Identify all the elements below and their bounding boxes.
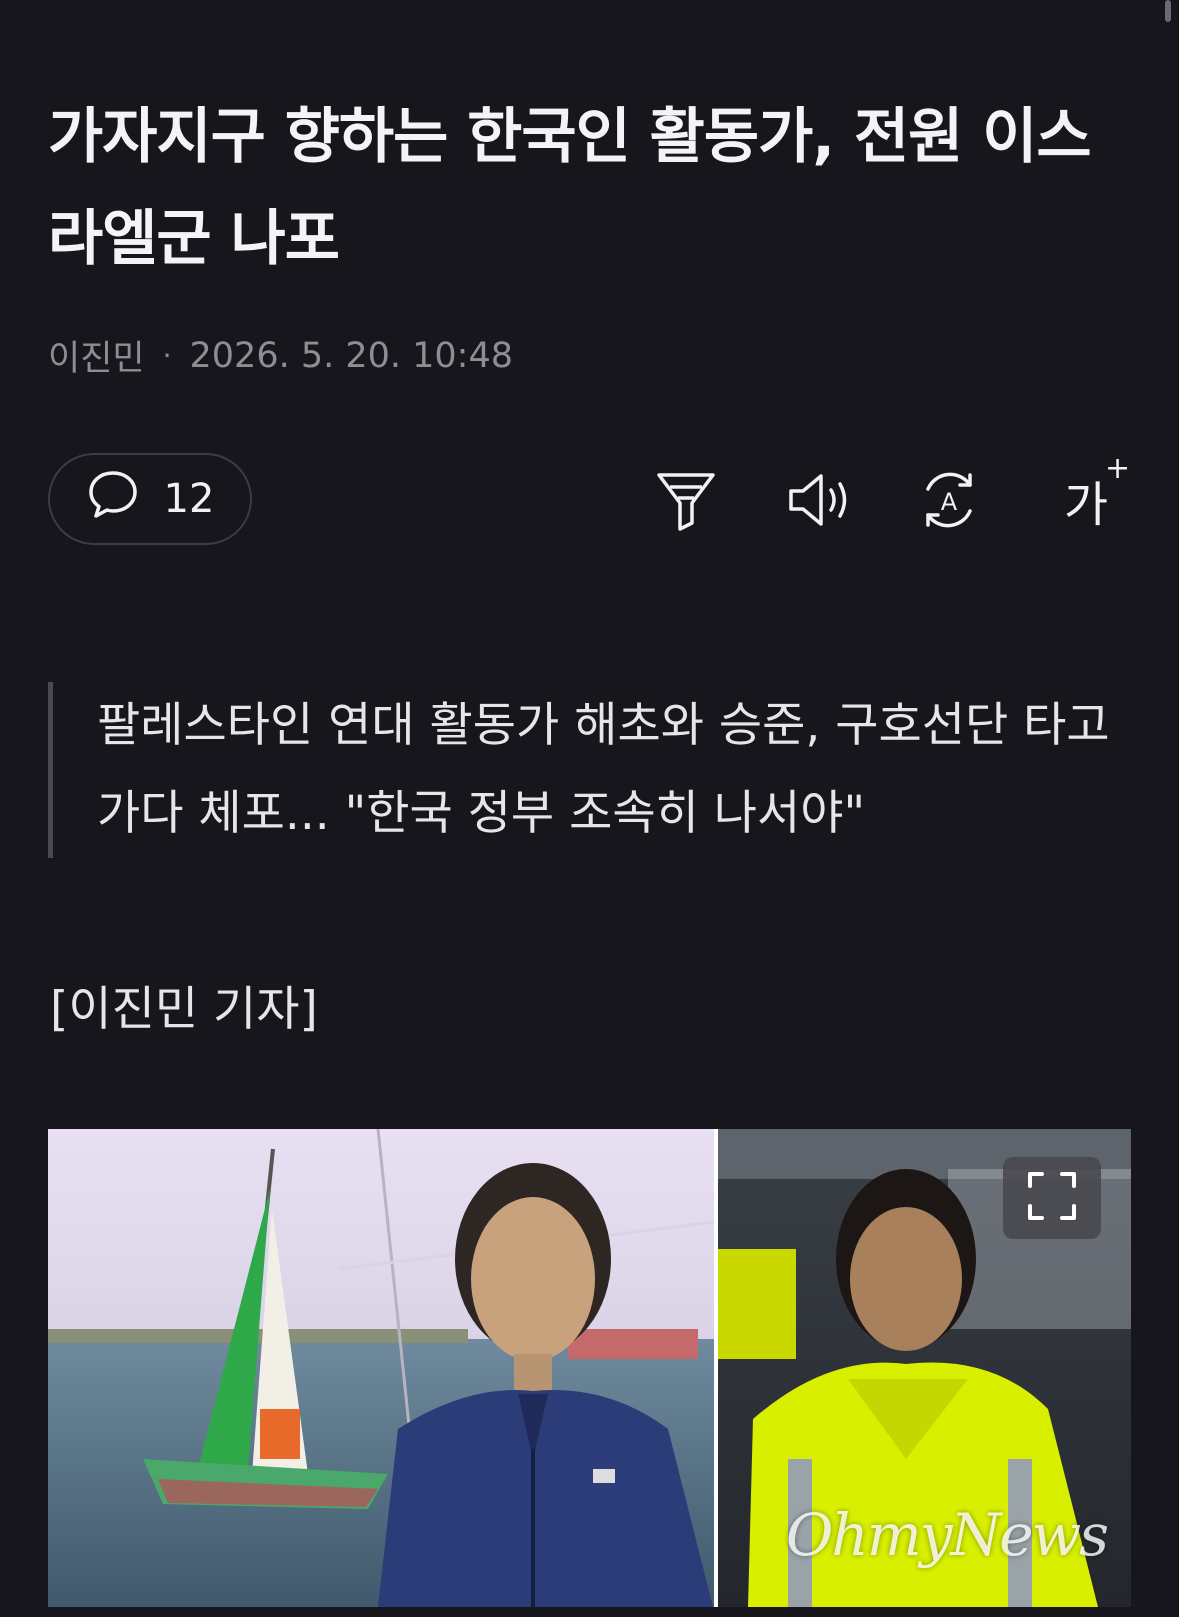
summary-button[interactable] xyxy=(651,465,721,535)
article-headline: 가자지구 향하는 한국인 활동가, 전원 이스라엘군 나포 xyxy=(48,102,1092,274)
summary-filter-icon xyxy=(654,467,718,533)
article-photo[interactable]: OhmyNews xyxy=(48,1129,1131,1607)
article-summary: 팔레스타인 연대 활동가 해초와 승준, 구호선단 타고 가다 체포... "한… xyxy=(48,682,1128,858)
reporter-line: [이진민 기자] xyxy=(50,982,318,1037)
byline-separator: · xyxy=(162,339,172,372)
photo-watermark: OhmyNews xyxy=(785,1501,1109,1569)
author-name[interactable]: 이진민 xyxy=(48,330,145,381)
font-size-plus: + xyxy=(1104,451,1131,486)
byline: 이진민 · 2026. 5. 20. 10:48 xyxy=(48,330,513,381)
font-size-button[interactable]: 가 + xyxy=(1046,451,1130,535)
svg-text:A: A xyxy=(941,488,958,516)
expand-icon xyxy=(1026,1170,1078,1226)
translate-icon: A xyxy=(916,467,982,533)
comment-count: 12 xyxy=(163,476,215,522)
scroll-indicator[interactable] xyxy=(1165,0,1171,22)
font-size-icon: 가 + xyxy=(1063,451,1130,535)
font-size-label: 가 xyxy=(1063,477,1109,533)
listen-button[interactable] xyxy=(782,465,862,535)
listen-speaker-icon xyxy=(785,470,859,530)
comment-button[interactable]: 12 xyxy=(48,453,252,545)
translate-button[interactable]: A xyxy=(914,465,984,535)
expand-photo-button[interactable] xyxy=(1003,1157,1101,1239)
comment-icon xyxy=(86,467,140,531)
publish-datetime: 2026. 5. 20. 10:48 xyxy=(189,335,514,376)
